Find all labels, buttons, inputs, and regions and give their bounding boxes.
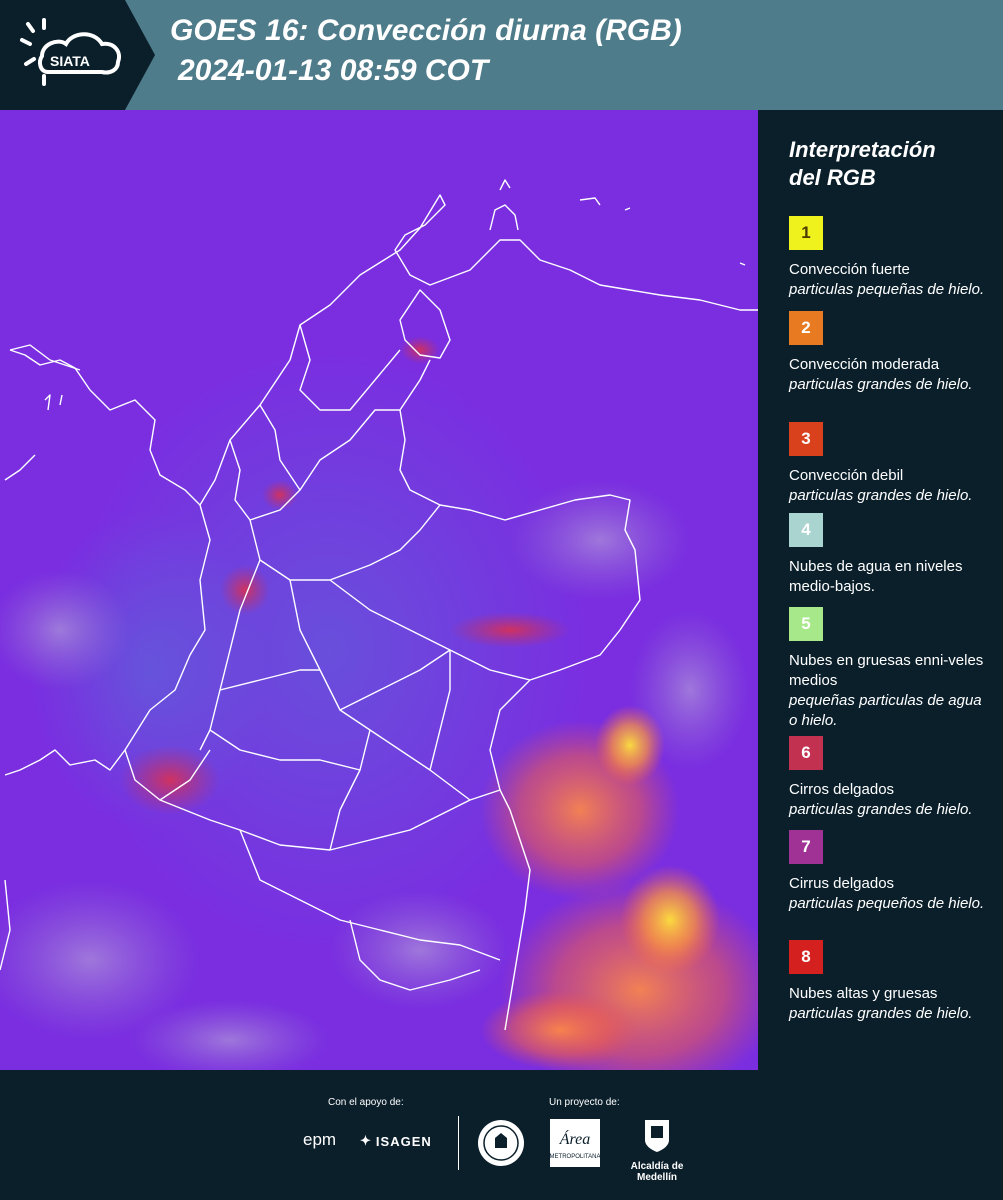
footer-divider xyxy=(458,1116,459,1170)
legend-item-name: Convección fuerte xyxy=(789,261,910,278)
legend-item-7: 7 Cirrus delgados particulas pequeños de… xyxy=(789,830,994,914)
legend-number: 5 xyxy=(801,614,811,633)
legend-item-6: 6 Cirros delgados particulas grandes de … xyxy=(789,736,994,820)
satellite-map[interactable] xyxy=(0,110,758,1070)
legend-item-1: 1 Convección fuerte particulas pequeñas … xyxy=(789,216,994,300)
area-metropolitana-icon: Área METROPOLITANA xyxy=(550,1119,601,1167)
legend-title: Interpretación del RGB xyxy=(789,136,994,192)
legend-swatch: 5 xyxy=(789,607,823,641)
legend-item-name: Cirrus delgados xyxy=(789,875,895,892)
legend-item-name: Convección debil xyxy=(789,467,904,484)
legend-item-name: Nubes altas y gruesas xyxy=(789,985,938,1002)
legend-item-desc: particulas pequeñas de hielo. xyxy=(789,281,985,298)
legend-item-name: Cirros delgados xyxy=(789,781,895,798)
legend-number: 7 xyxy=(801,837,811,856)
legend-number: 6 xyxy=(801,743,811,762)
support-label: Con el apoyo de: xyxy=(328,1097,404,1108)
legend-number: 2 xyxy=(801,318,811,337)
legend-swatch: 1 xyxy=(789,216,823,250)
legend-panel: Interpretación del RGB 1 Convección fuer… xyxy=(758,110,1003,1070)
legend-item-2: 2 Convección moderada particulas grandes… xyxy=(789,311,994,395)
legend-swatch: 7 xyxy=(789,830,823,864)
legend-item-5: 5 Nubes en gruesas enni-veles medios peq… xyxy=(789,607,994,731)
svg-text:METROPOLITANA: METROPOLITANA xyxy=(550,1154,601,1160)
legend-item-name: Nubes de agua en niveles medio-bajos. xyxy=(789,558,963,595)
legend-swatch: 2 xyxy=(789,311,823,345)
header-bar: SIATA GOES 16: Convección diurna (RGB) 2… xyxy=(0,0,1003,110)
legend-item-desc: particulas pequeños de hielo. xyxy=(789,895,985,912)
alcaldia-medellin-logo[interactable]: Alcaldía de Medellín xyxy=(612,1118,702,1183)
alcaldia-medellin-label: Alcaldía de Medellín xyxy=(630,1161,684,1183)
shield-icon xyxy=(645,1120,669,1152)
legend-number: 4 xyxy=(801,520,811,539)
isagen-logo-text: ISAGEN xyxy=(375,1133,432,1149)
legend-item-desc: particulas grandes de hielo. xyxy=(789,376,973,393)
svg-text:Área: Área xyxy=(559,1129,591,1148)
epm-logo[interactable]: epm xyxy=(303,1130,336,1150)
legend-item-name: Convección moderada xyxy=(789,356,940,373)
siata-logo-text: SIATA xyxy=(50,53,90,69)
legend-item-desc: particulas grandes de hielo. xyxy=(789,1005,973,1022)
legend-item-8: 8 Nubes altas y gruesas particulas grand… xyxy=(789,940,994,1024)
legend-item-desc: particulas grandes de hielo. xyxy=(789,801,973,818)
siata-logo[interactable]: SIATA xyxy=(0,0,155,110)
legend-number: 1 xyxy=(801,223,811,242)
isagen-logo[interactable]: ✦ ISAGEN xyxy=(360,1133,432,1149)
legend-swatch: 4 xyxy=(789,513,823,547)
legend-item-3: 3 Convección debil particulas grandes de… xyxy=(789,422,994,506)
legend-swatch: 8 xyxy=(789,940,823,974)
legend-item-desc: pequeñas particulas de agua o hielo. xyxy=(789,692,982,729)
legend-swatch: 3 xyxy=(789,422,823,456)
page-title: GOES 16: Convección diurna (RGB) xyxy=(170,14,682,47)
legend-number: 3 xyxy=(801,429,811,448)
legend-title-line2: del RGB xyxy=(789,165,876,190)
page-timestamp: 2024-01-13 08:59 COT xyxy=(178,54,489,87)
area-metropolitana-logo[interactable]: Área METROPOLITANA xyxy=(549,1118,601,1173)
legend-item-desc: particulas grandes de hielo. xyxy=(789,487,973,504)
convection-core-yellow xyxy=(620,865,720,975)
seal-icon[interactable] xyxy=(476,1118,526,1168)
legend-swatch: 6 xyxy=(789,736,823,770)
legend-item-4: 4 Nubes de agua en niveles medio-bajos. xyxy=(789,513,994,597)
isagen-arrow-icon: ✦ xyxy=(360,1133,372,1148)
legend-item-name: Nubes en gruesas enni-veles medios xyxy=(789,652,984,689)
footer-bar: Con el apoyo de: Un proyecto de: epm ✦ I… xyxy=(0,1070,1003,1200)
sun-cloud-icon: SIATA xyxy=(20,18,121,86)
project-label: Un proyecto de: xyxy=(549,1097,620,1108)
legend-number: 8 xyxy=(801,947,811,966)
legend-title-line1: Interpretación xyxy=(789,137,936,162)
